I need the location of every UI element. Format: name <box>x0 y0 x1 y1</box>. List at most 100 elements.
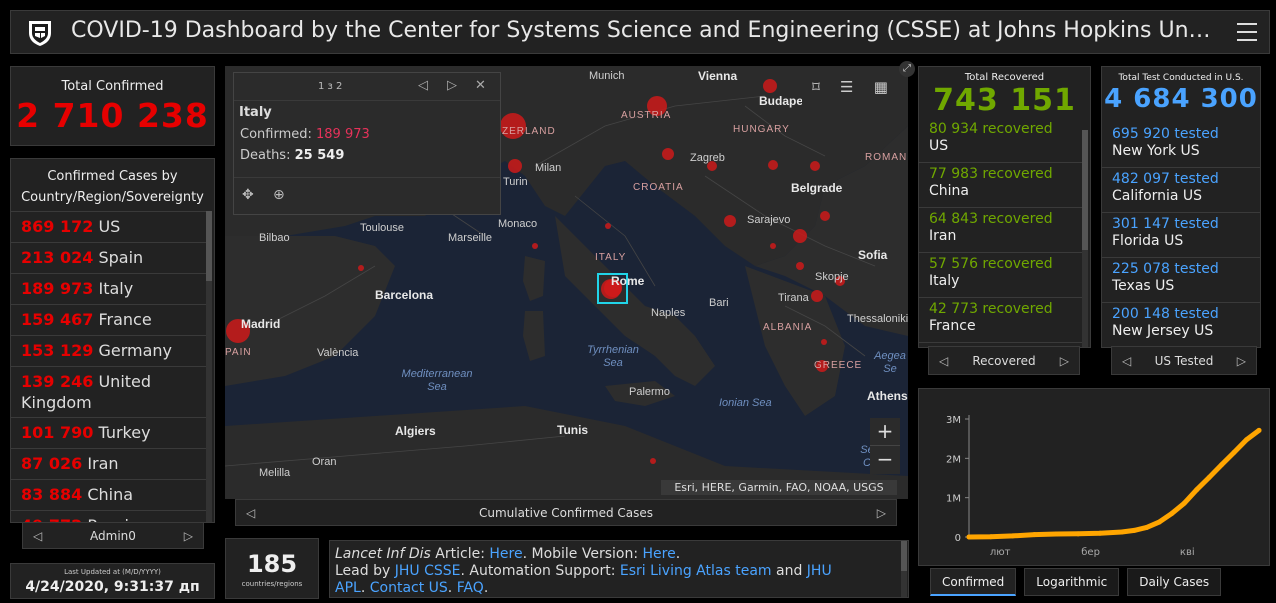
data-point[interactable] <box>1053 531 1059 537</box>
recovered-panel: Total Recovered 743 151 80 934 recovered… <box>918 66 1091 348</box>
data-point[interactable] <box>1206 475 1212 481</box>
tab-daily-cases[interactable]: Daily Cases <box>1127 568 1222 596</box>
popup-prev-icon[interactable]: ◁ <box>418 78 428 93</box>
map-label-skopje: Skopje <box>815 271 849 283</box>
next-arrow-icon[interactable]: ▷ <box>184 529 193 543</box>
data-point[interactable] <box>1231 449 1237 455</box>
info-panel: Lancet Inf Dis Article: Here. Mobile Ver… <box>329 540 909 598</box>
data-point[interactable] <box>1181 500 1187 506</box>
row-value: 153 129 <box>21 341 94 360</box>
fullscreen-icon[interactable]: ⤢ <box>899 61 915 77</box>
stat-row[interactable]: 695 920 tested New York US <box>1102 123 1260 168</box>
zoom-in-button[interactable]: + <box>870 418 900 446</box>
faq-link[interactable]: FAQ <box>457 580 484 596</box>
row-value: 101 790 <box>21 423 94 442</box>
recovered-next-arrow-icon[interactable]: ▷ <box>1060 354 1069 368</box>
list-item[interactable]: 87 026 Iran <box>11 448 207 479</box>
map-nav-label: Cumulative Confirmed Cases <box>478 505 654 520</box>
data-point[interactable] <box>1244 437 1250 443</box>
mobile-version-link[interactable]: Here <box>643 546 676 562</box>
scrollbar-thumb[interactable] <box>901 541 907 571</box>
map-label-belgrade: Belgrade <box>791 181 843 195</box>
tab-confirmed[interactable]: Confirmed <box>930 568 1017 596</box>
map-next-arrow-icon[interactable]: ▷ <box>877 506 886 520</box>
stat-row[interactable]: 77 983 recovered China <box>919 163 1083 208</box>
qr-grid-icon[interactable]: ▦ <box>874 78 888 96</box>
pan-to-icon[interactable]: ✥ <box>242 187 254 203</box>
list-item[interactable]: 213 024 Spain <box>11 242 207 273</box>
admin-nav-label: Admin0 <box>90 528 136 543</box>
row-value: 139 246 <box>21 372 94 391</box>
x-tick-label: кві <box>1180 546 1195 558</box>
data-point[interactable] <box>1097 530 1103 536</box>
tab-logarithmic[interactable]: Logarithmic <box>1024 568 1120 596</box>
data-point[interactable] <box>1144 524 1150 530</box>
jhu-csse-link[interactable]: JHU CSSE <box>395 563 461 579</box>
info-scrollbar[interactable] <box>901 541 907 597</box>
data-point[interactable] <box>988 534 994 540</box>
stat-row[interactable]: 80 934 recovered US <box>919 118 1083 163</box>
recovered-list[interactable]: 80 934 recovered US 77 983 recovered China 6… <box>919 118 1083 347</box>
list-item[interactable]: 159 467 France <box>11 304 207 335</box>
map-prev-arrow-icon[interactable]: ◁ <box>246 506 255 520</box>
tested-list[interactable]: 695 920 tested New York US 482 097 tested C… <box>1102 123 1260 347</box>
data-point[interactable] <box>1031 532 1037 538</box>
list-item[interactable]: 101 790 Turkey <box>11 417 207 448</box>
stat-row[interactable]: 225 078 tested Texas US <box>1102 258 1260 303</box>
confirmed-country-list[interactable]: 869 172 US 213 024 Spain 189 973 Italy 159 … <box>11 211 207 522</box>
scrollbar-thumb[interactable] <box>206 211 212 281</box>
stat-row[interactable]: 64 843 recovered Iran <box>919 208 1083 253</box>
dashboard-header: COVID-19 Dashboard by the Center for Sys… <box>10 10 1270 54</box>
esri-link[interactable]: Esri Living Atlas team <box>620 563 772 579</box>
map-label-ionian-sea: Ionian Sea <box>719 397 772 409</box>
map-label-aegean-sea: Aegea Se <box>874 350 906 375</box>
stat-row[interactable]: 301 147 tested Florida US <box>1102 213 1260 258</box>
zoom-to-icon[interactable]: ⊕ <box>273 187 285 203</box>
list-item[interactable]: 189 973 Italy <box>11 273 207 304</box>
apl-link[interactable]: APL <box>335 580 361 596</box>
tested-prev-arrow-icon[interactable]: ◁ <box>1122 354 1131 368</box>
data-point[interactable] <box>1131 527 1137 533</box>
cases-line-chart[interactable]: 0 1M 2M 3M лют бер кві <box>919 389 1271 567</box>
data-point[interactable] <box>1219 462 1225 468</box>
row-value: 189 973 <box>21 279 94 298</box>
recovered-prev-arrow-icon[interactable]: ◁ <box>939 354 948 368</box>
total-confirmed-value: 2 710 238 <box>16 96 209 135</box>
row-value: 225 078 tested <box>1112 261 1219 277</box>
list-item[interactable]: 869 172 US <box>11 211 207 242</box>
zoom-out-button[interactable]: − <box>870 446 900 474</box>
data-point[interactable] <box>1075 531 1081 537</box>
scrollbar-thumb[interactable] <box>1082 130 1088 250</box>
list-item[interactable]: 49 772 Russia <box>11 510 207 522</box>
article-link[interactable]: Here <box>489 546 522 562</box>
row-value: 64 843 recovered <box>929 211 1053 227</box>
map-label-palermo: Palermo <box>629 386 670 398</box>
data-point[interactable] <box>1119 529 1125 535</box>
stat-row[interactable]: 482 097 tested California US <box>1102 168 1260 213</box>
data-point[interactable] <box>1256 427 1262 433</box>
recovered-scrollbar[interactable] <box>1082 130 1088 347</box>
list-icon[interactable]: ☰ <box>840 78 853 96</box>
confirmed-list-scrollbar[interactable] <box>206 211 212 522</box>
list-item[interactable]: 153 129 Germany <box>11 335 207 366</box>
list-item[interactable]: 83 884 China <box>11 479 207 510</box>
prev-arrow-icon[interactable]: ◁ <box>33 529 42 543</box>
row-value: 301 147 tested <box>1112 216 1219 232</box>
data-point[interactable] <box>1194 487 1200 493</box>
hamburger-menu-icon[interactable] <box>1237 23 1257 41</box>
contact-us-link[interactable]: Contact US <box>370 580 448 596</box>
data-point[interactable] <box>1010 533 1016 539</box>
jhu-link[interactable]: JHU <box>807 563 832 579</box>
data-point[interactable] <box>1156 519 1162 525</box>
list-item[interactable]: 139 246 United Kingdom <box>11 366 207 417</box>
stat-row[interactable]: 42 773 recovered France <box>919 298 1083 343</box>
popup-close-icon[interactable]: ✕ <box>475 78 486 93</box>
data-point[interactable] <box>1169 511 1175 517</box>
tested-next-arrow-icon[interactable]: ▷ <box>1237 354 1246 368</box>
popup-next-icon[interactable]: ▷ <box>447 78 457 93</box>
row-name: Iran <box>929 228 957 244</box>
data-point[interactable] <box>966 534 972 540</box>
stat-row[interactable]: 57 576 recovered Italy <box>919 253 1083 298</box>
bookmark-icon[interactable]: ⌑ <box>812 78 820 96</box>
stat-row[interactable]: 200 148 tested New Jersey US <box>1102 303 1260 347</box>
